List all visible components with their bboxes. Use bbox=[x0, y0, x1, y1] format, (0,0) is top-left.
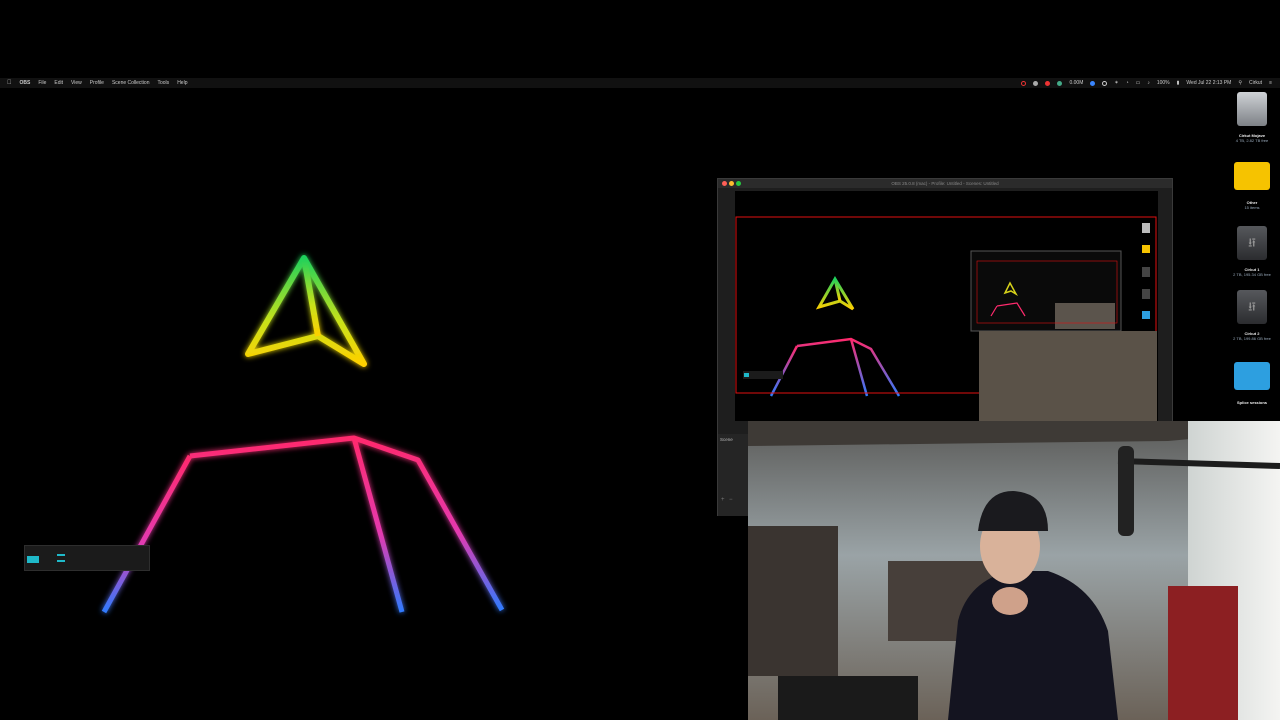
airplay-icon[interactable]: ▭ bbox=[1136, 80, 1141, 86]
neon-trapezoid-shape bbox=[101, 435, 505, 614]
sync-icon[interactable] bbox=[1057, 80, 1063, 86]
menu-scene-collection[interactable]: Scene Collection bbox=[112, 80, 150, 86]
webcam-keyboard bbox=[778, 676, 918, 720]
obs-window-title: OBS 25.0.8 (mac) - Profile: Untitled - S… bbox=[891, 181, 999, 186]
control-icon[interactable]: ≡ bbox=[1269, 80, 1272, 86]
usb-drive-icon: ⭿ bbox=[1237, 290, 1267, 324]
obs-title-bar[interactable]: OBS 25.0.8 (mac) - Profile: Untitled - S… bbox=[718, 179, 1172, 188]
preview-canvas bbox=[735, 216, 1157, 421]
menu-clock[interactable]: Wed Jul 22 2:13 PM bbox=[1186, 80, 1231, 86]
neon-triangle-shape bbox=[245, 255, 367, 367]
spotlight-icon[interactable]: ⚲ bbox=[1238, 80, 1242, 86]
menu-edit[interactable]: Edit bbox=[54, 80, 63, 86]
preview-webcam bbox=[979, 331, 1157, 421]
volume-icon[interactable]: ♪ bbox=[1147, 80, 1150, 86]
widget-meter-bar bbox=[57, 560, 65, 562]
folder-icon bbox=[1234, 162, 1270, 190]
widget-meter-bar bbox=[57, 554, 65, 556]
widget-badge bbox=[27, 556, 39, 563]
webcam-bed-left bbox=[748, 526, 838, 676]
preview-desktop-icon bbox=[1142, 311, 1150, 319]
webcam-scene bbox=[748, 421, 1280, 720]
status-icon[interactable] bbox=[1033, 80, 1039, 86]
menu-user[interactable]: Cirkut bbox=[1249, 80, 1262, 86]
menu-profile[interactable]: Profile bbox=[90, 80, 104, 86]
menu-view[interactable]: View bbox=[71, 80, 82, 86]
menu-file[interactable]: File bbox=[38, 80, 46, 86]
battery-percent: 100% bbox=[1156, 80, 1170, 86]
time-machine-icon[interactable] bbox=[1102, 80, 1108, 86]
nested-webcam bbox=[1055, 303, 1115, 329]
network-rate: 0.00M bbox=[1069, 80, 1084, 86]
preview-triangle-shape bbox=[815, 276, 855, 311]
desktop-icon-sublabel: 15 items bbox=[1244, 205, 1260, 210]
menu-tools[interactable]: Tools bbox=[158, 80, 170, 86]
desktop-icon-label: Splice sessions bbox=[1236, 400, 1267, 405]
desktop-icon-other[interactable]: Other 15 items bbox=[1224, 162, 1280, 210]
usb-drive-icon: ⭿ bbox=[1237, 226, 1267, 260]
preview-desktop-icon bbox=[1142, 289, 1150, 299]
audio-meter-widget[interactable] bbox=[24, 545, 150, 571]
webcam-cabinet bbox=[1168, 586, 1238, 720]
dropbox-icon[interactable] bbox=[1090, 80, 1096, 86]
desktop-icon-sublabel: 2 TB, 195.34 GB free bbox=[1233, 272, 1271, 277]
menu-help[interactable]: Help bbox=[177, 80, 187, 86]
preview-desktop-icon bbox=[1142, 223, 1150, 233]
neon-visualizer bbox=[101, 255, 505, 614]
bluetooth-icon[interactable]: ✶ bbox=[1114, 80, 1118, 86]
hard-drive-icon bbox=[1237, 92, 1267, 126]
minimize-button[interactable] bbox=[729, 181, 734, 186]
folder-icon bbox=[1234, 362, 1270, 390]
close-button[interactable] bbox=[722, 181, 727, 186]
add-scene-button[interactable]: + bbox=[721, 497, 725, 503]
desktop-icon-sublabel: 2 TB, 199.86 GB free bbox=[1233, 336, 1271, 341]
preview-trapezoid-shape bbox=[769, 337, 901, 397]
zoom-button[interactable] bbox=[736, 181, 741, 186]
menu-bar:  OBS File Edit View Profile Scene Colle… bbox=[0, 78, 1280, 88]
webcam-feed bbox=[748, 421, 1280, 720]
webcam-microphone bbox=[1118, 446, 1134, 536]
desktop-icon-cirkut-2[interactable]: ⭿ Cirkut 2 2 TB, 199.86 GB free bbox=[1224, 290, 1280, 341]
preview-desktop-icon bbox=[1142, 245, 1150, 253]
menu-app-name[interactable]: OBS bbox=[20, 80, 31, 86]
status-icon[interactable] bbox=[1045, 80, 1051, 86]
desktop-icon-sublabel: 4 TB, 2.82 TB free bbox=[1235, 138, 1269, 143]
wifi-icon[interactable]: ◔ bbox=[1126, 80, 1129, 86]
scenes-dock-label: Scene bbox=[720, 437, 733, 442]
desktop-icon-splice-sessions[interactable]: Splice sessions bbox=[1224, 362, 1280, 405]
preview-widget-badge bbox=[744, 373, 749, 377]
apple-icon[interactable]:  bbox=[7, 80, 12, 86]
battery-icon[interactable]: ▮ bbox=[1177, 80, 1180, 86]
desktop-icon-cirkut-mojave[interactable]: Cirkut Mojave 4 TB, 2.82 TB free bbox=[1224, 92, 1280, 143]
scenes-dock bbox=[718, 434, 748, 516]
desktop-icon-cirkut-1[interactable]: ⭿ Cirkut 1 2 TB, 195.34 GB free bbox=[1224, 226, 1280, 277]
webcam-hand bbox=[992, 587, 1028, 615]
preview-desktop-icon bbox=[1142, 267, 1150, 277]
record-status-icon[interactable] bbox=[1021, 80, 1027, 86]
remove-scene-button[interactable]: − bbox=[729, 497, 733, 503]
obs-preview[interactable] bbox=[735, 191, 1158, 421]
